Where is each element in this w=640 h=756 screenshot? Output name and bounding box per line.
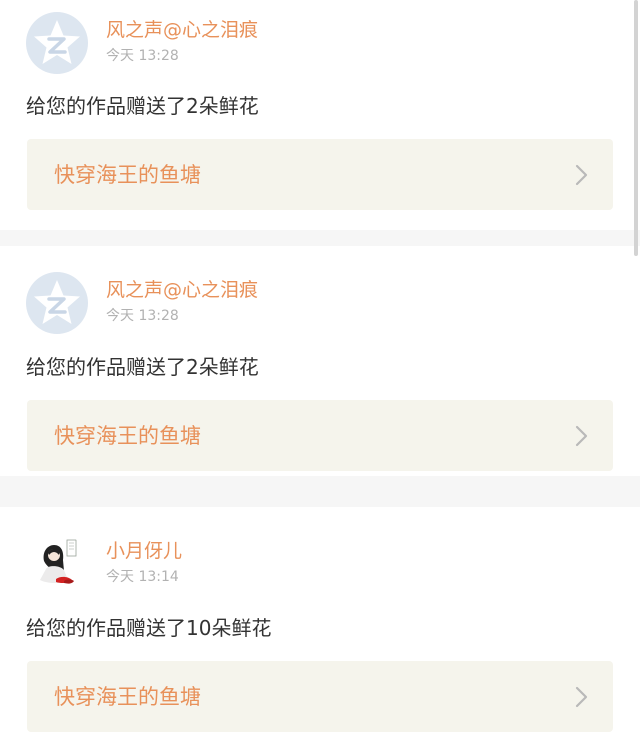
work-title: 快穿海王的鱼塘: [54, 685, 201, 709]
notification-card: 小月伢儿 今天 13:14 给您的作品赠送了10朵鲜花 快穿海王的鱼塘: [0, 507, 640, 756]
chevron-right-icon: [575, 425, 588, 447]
notification-card: 风之声@心之泪痕 今天 13:28 给您的作品赠送了2朵鲜花 快穿海王的鱼塘: [0, 246, 640, 476]
notification-card: 风之声@心之泪痕 今天 13:28 给您的作品赠送了2朵鲜花 快穿海王的鱼塘: [0, 0, 640, 230]
scrollbar-thumb[interactable]: [634, 0, 638, 256]
notification-message: 给您的作品赠送了2朵鲜花: [26, 355, 259, 379]
notification-message: 给您的作品赠送了2朵鲜花: [26, 94, 259, 118]
user-photo-avatar: [26, 533, 88, 595]
username-link[interactable]: 小月伢儿: [106, 538, 182, 564]
notification-feed: 风之声@心之泪痕 今天 13:28 给您的作品赠送了2朵鲜花 快穿海王的鱼塘 风…: [0, 0, 640, 756]
work-link-button[interactable]: 快穿海王的鱼塘: [27, 400, 613, 471]
notification-message: 给您的作品赠送了10朵鲜花: [26, 616, 272, 640]
username-link[interactable]: 风之声@心之泪痕: [106, 17, 258, 43]
avatar[interactable]: [26, 12, 88, 74]
work-link-button[interactable]: 快穿海王的鱼塘: [27, 139, 613, 210]
avatar[interactable]: [26, 272, 88, 334]
timestamp: 今天 13:14: [106, 569, 179, 585]
timestamp: 今天 13:28: [106, 308, 179, 324]
chevron-right-icon: [575, 686, 588, 708]
timestamp: 今天 13:28: [106, 48, 179, 64]
default-avatar-icon: [34, 280, 80, 324]
work-title: 快穿海王的鱼塘: [54, 163, 201, 187]
work-title: 快穿海王的鱼塘: [54, 424, 201, 448]
work-link-button[interactable]: 快穿海王的鱼塘: [27, 661, 613, 732]
default-avatar-icon: [34, 20, 80, 64]
username-link[interactable]: 风之声@心之泪痕: [106, 277, 258, 303]
chevron-right-icon: [575, 164, 588, 186]
avatar[interactable]: [26, 533, 88, 595]
